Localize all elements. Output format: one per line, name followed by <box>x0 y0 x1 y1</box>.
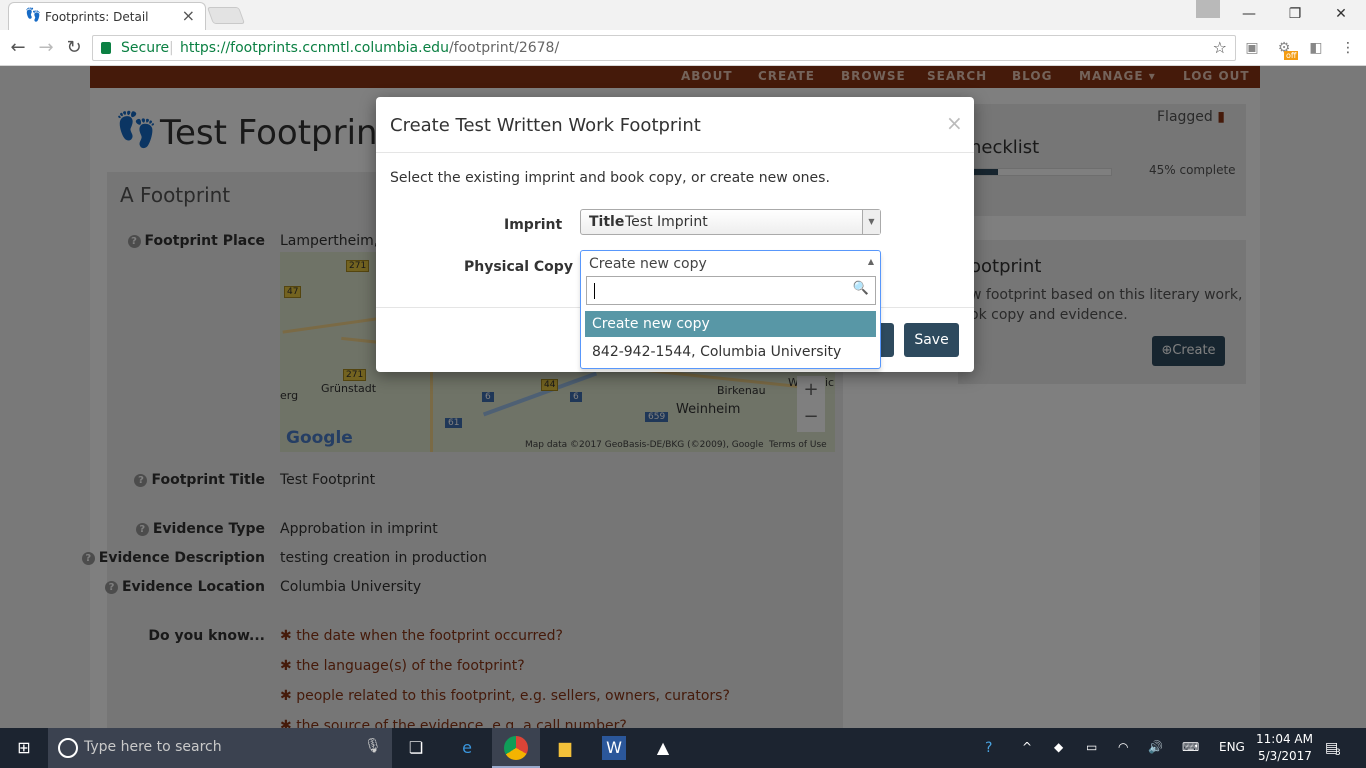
dropdown-search-input[interactable]: 🔍 <box>586 276 876 305</box>
physical-copy-value: Create new copy <box>589 256 707 272</box>
windows-start-icon[interactable]: ⊞ <box>12 736 36 760</box>
file-explorer-icon[interactable]: ▆ <box>553 736 577 760</box>
browser-tabstrip: 👣 Footprints: Detail × — ❐ ✕ <box>0 0 1366 30</box>
reload-icon[interactable]: ↻ <box>62 36 86 60</box>
word-icon[interactable]: W <box>602 736 626 760</box>
physical-copy-label: Physical Copy <box>464 259 573 275</box>
task-view-icon[interactable]: ❏ <box>404 736 428 760</box>
clock-date[interactable]: 5/3/2017 <box>1258 749 1312 763</box>
new-tab-button[interactable] <box>206 7 246 24</box>
pdf-extension-icon[interactable]: ▣ <box>1242 38 1262 58</box>
url-text: https://footprints.ccnmtl.columbia.edu/f… <box>180 40 559 56</box>
edge-icon[interactable]: e <box>455 736 479 760</box>
clock-time[interactable]: 11:04 AM <box>1256 732 1313 746</box>
wifi-icon[interactable]: ◠ <box>1118 740 1128 754</box>
back-icon[interactable]: ← <box>6 36 30 60</box>
tab-title: Footprints: Detail <box>45 10 149 24</box>
search-icon: 🔍 <box>852 281 869 296</box>
bookmark-star-icon[interactable]: ☆ <box>1213 38 1227 57</box>
battery-icon[interactable]: ▭ <box>1086 740 1097 754</box>
taskbar-search-placeholder: Type here to search <box>84 739 222 755</box>
forward-icon[interactable]: → <box>34 36 58 60</box>
profile-icon[interactable] <box>1196 0 1220 18</box>
volume-icon[interactable]: 🔊 <box>1148 740 1163 754</box>
language-indicator[interactable]: ENG <box>1219 740 1245 754</box>
address-separator: | <box>169 40 174 56</box>
extension-2-icon[interactable]: ◧ <box>1306 38 1326 58</box>
chrome-taskbar-button[interactable] <box>492 728 540 768</box>
footprint-favicon-icon: 👣 <box>25 8 42 23</box>
notification-count: 3 <box>1335 748 1341 758</box>
dropbox-icon[interactable]: ◆ <box>1054 740 1063 754</box>
tab-close-icon[interactable]: × <box>182 6 195 25</box>
lock-icon <box>101 42 111 54</box>
modal-instructions: Select the existing imprint and book cop… <box>390 170 830 186</box>
dropdown-option[interactable]: 842-942-1544, Columbia University <box>585 339 876 365</box>
browser-toolbar: ← → ↻ Secure | https://footprints.ccnmtl… <box>0 30 1366 66</box>
chevron-up-icon: ▲ <box>867 257 874 266</box>
dropdown-option[interactable]: Create new copy <box>585 311 876 337</box>
browser-tab[interactable]: 👣 Footprints: Detail × <box>8 2 206 30</box>
text-caret <box>594 283 595 299</box>
save-button[interactable]: Save <box>904 323 959 357</box>
chrome-menu-icon[interactable]: ⋮ <box>1338 38 1358 58</box>
help-tray-icon[interactable]: ? <box>985 740 992 756</box>
imprint-select[interactable]: Title Test Imprint ▼ <box>580 209 881 235</box>
show-hidden-icons-icon[interactable]: ^ <box>1022 740 1032 754</box>
modal-divider <box>376 152 974 153</box>
imprint-select-value: Test Imprint <box>625 214 708 230</box>
microphone-icon[interactable]: 🎙 <box>364 738 382 754</box>
extension-badge: off <box>1284 51 1299 60</box>
modal-title: Create Test Written Work Footprint <box>390 115 701 136</box>
physical-copy-select[interactable]: Create new copy ▲ 🔍 Create new copy 842-… <box>580 250 881 369</box>
cortana-icon <box>58 738 78 758</box>
modal-close-icon[interactable]: × <box>946 111 963 135</box>
keyboard-icon[interactable]: ⌨ <box>1182 740 1199 754</box>
restore-icon[interactable]: ❐ <box>1272 2 1318 28</box>
windows-taskbar: ⊞ Type here to search 🎙 ❏ e ▆ W ▲ ? ^ ◆ … <box>0 728 1366 768</box>
chevron-down-icon: ▼ <box>862 210 880 234</box>
imprint-select-bold: Title <box>589 214 625 230</box>
photos-icon[interactable]: ▲ <box>651 736 675 760</box>
minimize-icon[interactable]: — <box>1226 2 1272 28</box>
secure-label: Secure <box>121 40 170 56</box>
taskbar-search[interactable]: Type here to search 🎙 <box>48 728 392 768</box>
address-bar[interactable]: Secure | https://footprints.ccnmtl.colum… <box>92 35 1236 61</box>
url-path: /footprint/2678/ <box>448 40 560 56</box>
url-host: https://footprints.ccnmtl.columbia.edu <box>180 40 449 56</box>
chrome-icon <box>504 736 528 760</box>
window-close-icon[interactable]: ✕ <box>1318 2 1364 28</box>
imprint-label: Imprint <box>504 217 563 233</box>
